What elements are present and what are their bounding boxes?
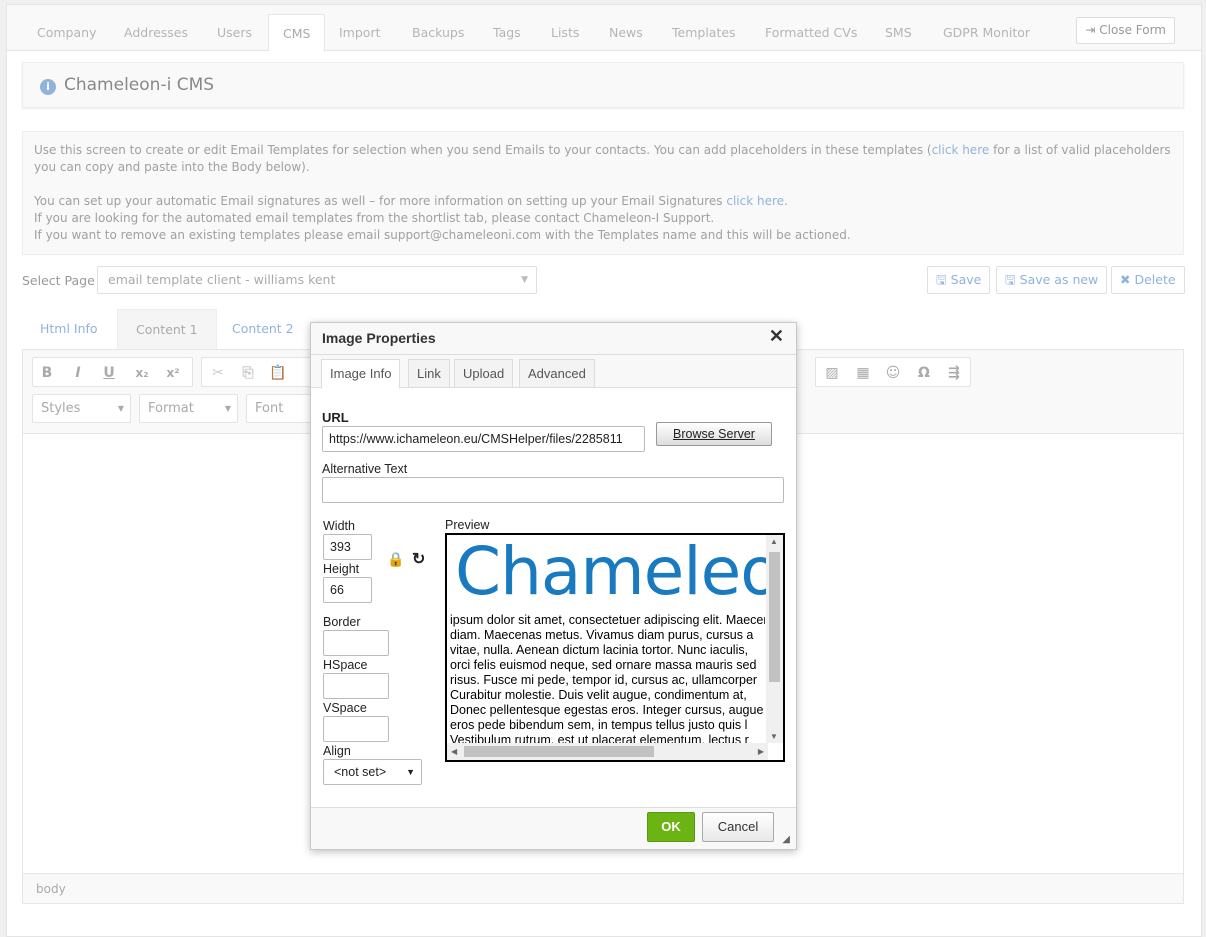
tab-backups[interactable]: Backups: [398, 14, 478, 52]
smiley-icon[interactable]: ☺: [882, 363, 904, 383]
border-input[interactable]: [323, 630, 389, 656]
border-label: Border: [323, 615, 361, 629]
table-icon[interactable]: ▦: [852, 363, 874, 383]
preview-label: Preview: [445, 518, 490, 532]
alt-text-input[interactable]: [322, 477, 784, 503]
preview-vertical-scrollbar[interactable]: ▲ ▼: [766, 535, 783, 743]
exit-icon: ⇥: [1085, 23, 1096, 37]
vspace-input[interactable]: [323, 716, 389, 742]
align-select[interactable]: <not set> ▼: [323, 759, 422, 785]
tab-upload[interactable]: Upload: [454, 359, 514, 388]
chevron-down-icon: ▼: [521, 275, 528, 285]
preview-text: ipsum dolor sit amet, consectetuer adipi…: [450, 613, 765, 747]
tab-lists[interactable]: Lists: [537, 14, 593, 52]
image-properties-dialog: Image Properties ✕ Image Info Link Uploa…: [310, 322, 797, 850]
tab-link[interactable]: Link: [408, 359, 450, 388]
tab-company[interactable]: Company: [23, 14, 110, 52]
placeholders-link[interactable]: click here: [932, 143, 990, 157]
tab-content-2[interactable]: Content 2: [214, 309, 312, 349]
signatures-link[interactable]: click here: [726, 194, 784, 208]
height-input[interactable]: 66: [323, 577, 372, 603]
close-icon[interactable]: ✕: [769, 326, 784, 347]
select-page-label: Select Page: [22, 273, 95, 288]
page-header: i Chameleon-i CMS: [22, 62, 1184, 108]
save-as-new-button[interactable]: 🖫 Save as new: [996, 266, 1108, 294]
lock-icon[interactable]: 🔒: [387, 551, 404, 568]
url-input[interactable]: https://www.ichameleon.eu/CMSHelper/file…: [322, 426, 645, 452]
info-notice: Use this screen to create or edit Email …: [22, 131, 1184, 255]
width-label: Width: [323, 519, 355, 533]
italic-icon[interactable]: I: [67, 363, 89, 383]
tab-cms[interactable]: CMS: [268, 14, 326, 52]
tab-news[interactable]: News: [595, 14, 657, 52]
preview-logo-image: Chameleo: [455, 533, 781, 610]
page-title: Chameleon-i CMS: [64, 75, 215, 95]
dialog-tabs: Image Info Link Upload Advanced: [311, 355, 796, 389]
tab-addresses[interactable]: Addresses: [110, 14, 202, 52]
delete-button[interactable]: ✖ Delete: [1111, 266, 1185, 294]
tab-tags[interactable]: Tags: [479, 14, 535, 52]
chevron-down-icon: ▼: [224, 404, 231, 413]
height-label: Height: [323, 562, 360, 576]
paste-icon[interactable]: 📋: [267, 363, 289, 383]
vspace-label: VSpace: [323, 701, 367, 715]
tab-content-1[interactable]: Content 1: [117, 309, 217, 349]
hspace-input[interactable]: [323, 673, 389, 699]
tab-gdpr-monitor[interactable]: GDPR Monitor: [929, 14, 1044, 52]
tab-sms[interactable]: SMS: [871, 14, 926, 52]
url-label: URL: [322, 410, 349, 425]
tab-import[interactable]: Import: [325, 14, 395, 52]
alt-text-label: Alternative Text: [322, 462, 408, 476]
close-form-button[interactable]: ⇥ Close Form: [1076, 17, 1175, 44]
chevron-down-icon: ▼: [406, 767, 415, 777]
ok-button[interactable]: OK: [647, 812, 695, 842]
save-icon: 🖫: [1005, 272, 1016, 287]
underline-icon[interactable]: U: [98, 363, 120, 383]
tab-advanced[interactable]: Advanced: [519, 359, 595, 388]
chevron-down-icon: ▼: [117, 404, 124, 413]
resize-handle-icon[interactable]: ◢: [782, 834, 790, 845]
dialog-footer: OK Cancel ◢: [311, 807, 796, 849]
image-preview: Chameleo ipsum dolor sit amet, consectet…: [445, 533, 785, 762]
save-button[interactable]: 🖫 Save: [927, 266, 991, 294]
tab-image-info[interactable]: Image Info: [321, 359, 401, 389]
hspace-label: HSpace: [323, 658, 368, 672]
reset-size-icon[interactable]: ↻: [412, 549, 425, 569]
tab-users[interactable]: Users: [203, 14, 266, 52]
superscript-icon[interactable]: x²: [162, 363, 184, 383]
tab-formatted-cvs[interactable]: Formatted CVs: [751, 14, 871, 52]
width-input[interactable]: 393: [323, 534, 372, 560]
page-break-icon[interactable]: ⇶: [943, 363, 965, 383]
editor-status-bar: body: [23, 873, 1183, 903]
align-label: Align: [323, 744, 351, 758]
browse-server-button[interactable]: Browse Server: [656, 422, 772, 446]
info-icon: i: [40, 79, 56, 95]
subscript-icon[interactable]: x₂: [131, 363, 153, 383]
dialog-title: Image Properties: [311, 323, 796, 355]
copy-icon[interactable]: ⎘: [237, 363, 259, 383]
bold-icon[interactable]: B: [36, 363, 58, 383]
special-char-icon[interactable]: Ω: [913, 363, 935, 383]
save-icon: 🖫: [936, 272, 947, 287]
tab-templates[interactable]: Templates: [658, 14, 750, 52]
cancel-button[interactable]: Cancel: [702, 812, 774, 842]
image-icon[interactable]: ▨: [821, 363, 843, 383]
tab-html-info[interactable]: Html Info: [22, 309, 116, 349]
close-icon: ✖: [1120, 272, 1131, 287]
styles-dropdown[interactable]: Styles ▼: [32, 394, 131, 423]
select-page-dropdown[interactable]: email template client - williams kent ▼: [97, 266, 537, 294]
format-dropdown[interactable]: Format ▼: [139, 394, 238, 423]
preview-horizontal-scrollbar[interactable]: ◀ ▶: [447, 743, 768, 760]
top-nav: Company Addresses Users CMS Import Backu…: [7, 5, 1201, 52]
cut-icon[interactable]: ✂: [207, 363, 229, 383]
